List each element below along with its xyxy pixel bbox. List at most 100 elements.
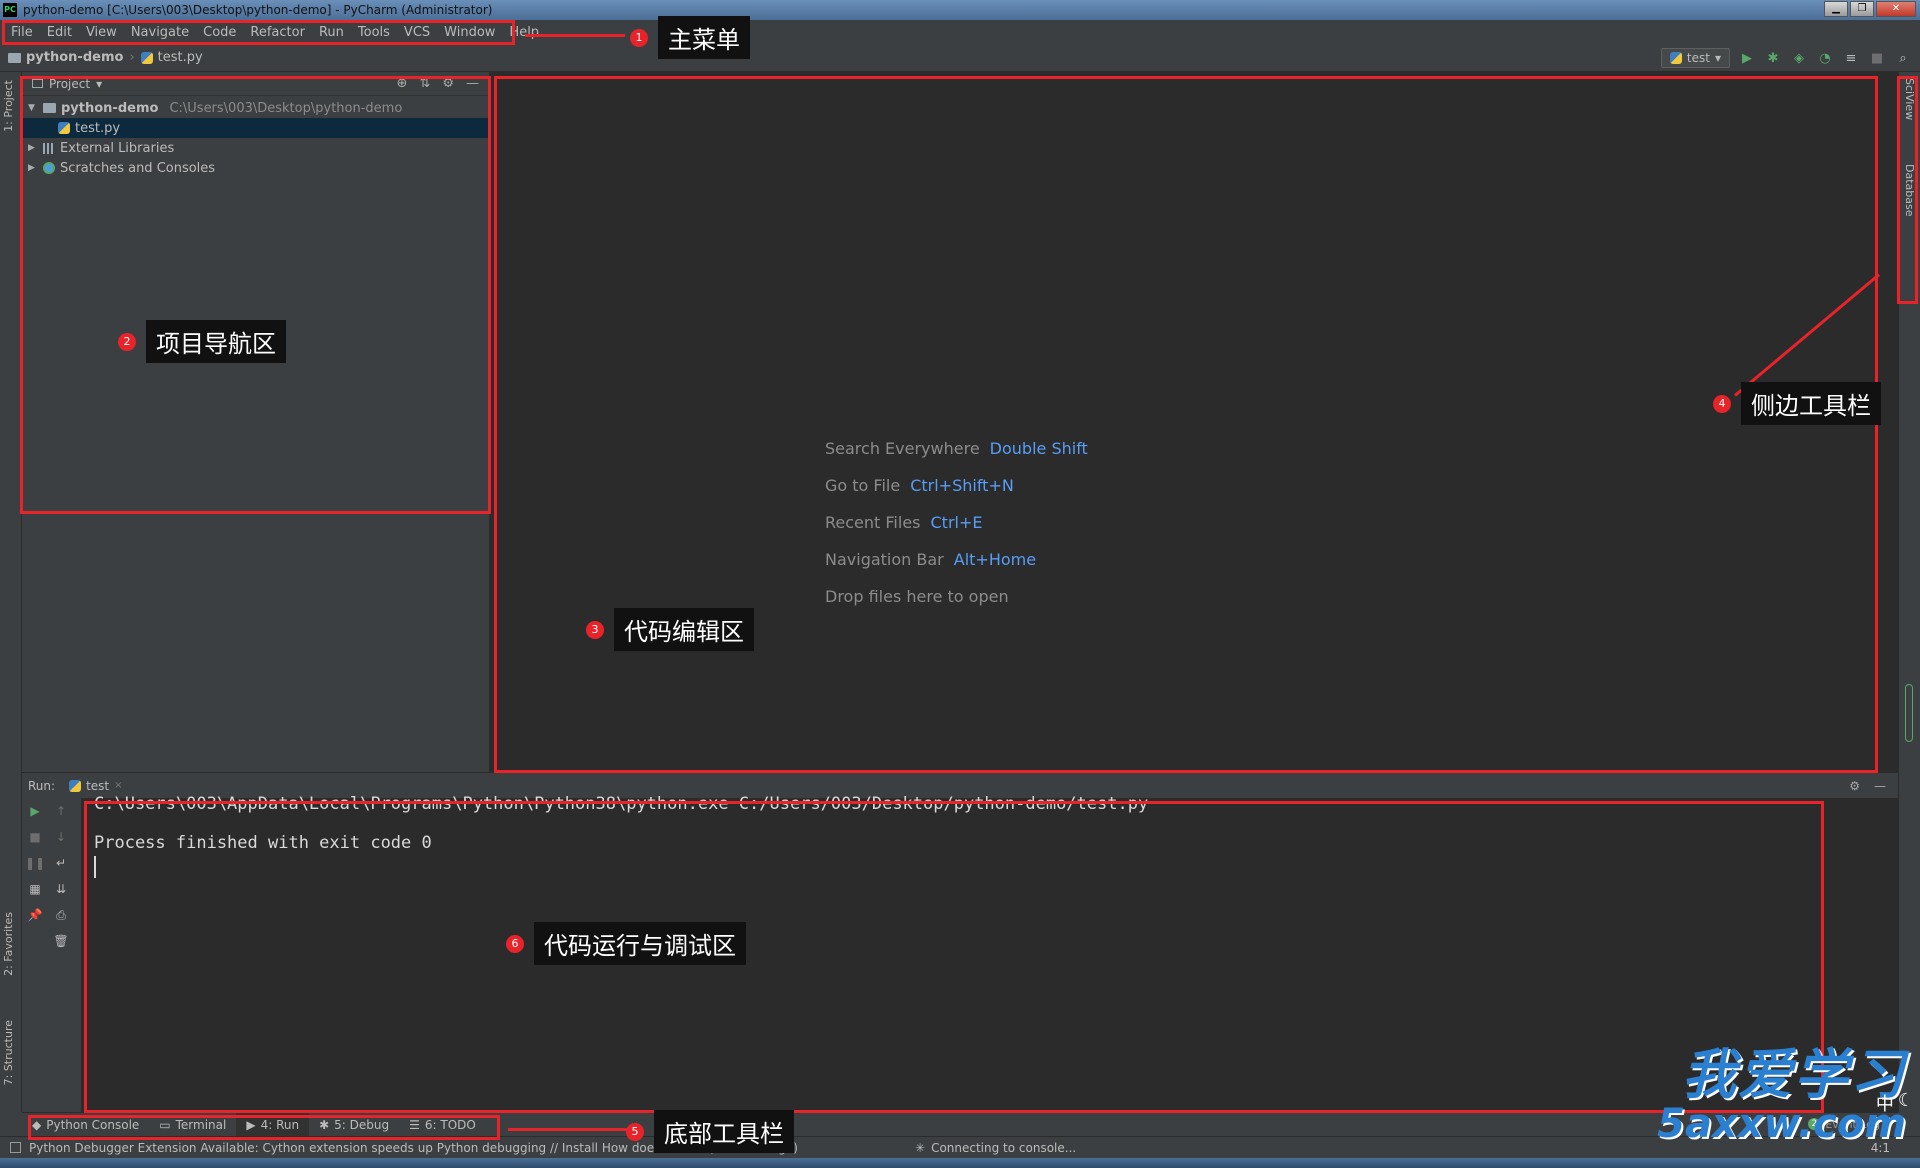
left-tool-strip: 1: Project 2: Favorites 7: Structure bbox=[0, 72, 22, 1112]
breadcrumb-file[interactable]: test.py bbox=[140, 50, 203, 65]
menu-run[interactable]: Run bbox=[312, 25, 351, 40]
menu-vcs[interactable]: VCS bbox=[397, 25, 437, 40]
rerun-icon[interactable]: ▶ bbox=[22, 798, 48, 824]
scratches-icon bbox=[43, 162, 55, 174]
soft-wrap-icon[interactable]: ↵ bbox=[48, 850, 74, 876]
run-tab-test[interactable]: test × bbox=[69, 779, 123, 793]
pause-icon[interactable]: ❚❚ bbox=[22, 850, 48, 876]
tab-sciview[interactable]: SciView bbox=[1903, 78, 1916, 120]
annotation-number: 5 bbox=[626, 1122, 644, 1141]
tree-item-scratches[interactable]: ▶ Scratches and Consoles bbox=[22, 158, 489, 178]
close-icon[interactable]: ✕ bbox=[1876, 1, 1916, 17]
collapse-icon[interactable]: ⇅ bbox=[419, 76, 430, 91]
annotation-number: 1 bbox=[630, 28, 648, 47]
hint-drop-files: Drop files here to open bbox=[825, 578, 1088, 615]
gear-icon[interactable]: ⚙ bbox=[1849, 779, 1860, 793]
annotation-number: 3 bbox=[586, 620, 604, 639]
annotation-side-toolbar: 4 侧边工具栏 bbox=[1713, 382, 1881, 425]
menu-tools[interactable]: Tools bbox=[351, 25, 397, 40]
down-arrow-icon[interactable]: ↓ bbox=[48, 824, 74, 850]
watermark-logo: 我爱学习 5axxw.com bbox=[1657, 1030, 1906, 1147]
tab-terminal[interactable]: ▭ Terminal bbox=[149, 1113, 236, 1137]
close-tab-icon[interactable]: × bbox=[114, 780, 122, 791]
trash-icon[interactable]: 🗑 bbox=[48, 928, 74, 954]
tree-item-project[interactable]: ▼ python-demo C:\Users\003\Desktop\pytho… bbox=[22, 98, 489, 118]
minimize-icon[interactable]: ▁ bbox=[1824, 1, 1848, 17]
terminal-icon: ▭ bbox=[159, 1117, 171, 1132]
menu-refactor[interactable]: Refactor bbox=[243, 25, 312, 40]
tab-favorites[interactable]: 2: Favorites bbox=[2, 912, 15, 976]
layout-icon[interactable]: ▦ bbox=[22, 876, 48, 902]
menu-help[interactable]: Help bbox=[502, 25, 546, 40]
menu-navigate[interactable]: Navigate bbox=[124, 25, 196, 40]
run-toolbar: test ▾ ▶ ✱ ◈ ◔ ≡ ■ ⌕ bbox=[1660, 44, 1920, 72]
hide-icon[interactable]: — bbox=[1874, 779, 1886, 793]
collapsed-arrow-icon[interactable]: ▶ bbox=[28, 143, 38, 153]
concurrency-icon[interactable]: ≡ bbox=[1842, 49, 1860, 67]
tab-debug[interactable]: ✱ 5: Debug bbox=[309, 1113, 399, 1137]
project-panel-header: Project ▾ ⊕ ⇅ ⚙ — bbox=[22, 72, 489, 96]
menu-file[interactable]: File bbox=[4, 25, 40, 40]
python-file-icon bbox=[140, 51, 153, 64]
stop-icon[interactable]: ■ bbox=[22, 824, 48, 850]
run-config-select[interactable]: test ▾ bbox=[1660, 48, 1730, 68]
tab-todo[interactable]: ☰ 6: TODO bbox=[399, 1113, 486, 1137]
run-console[interactable]: C:\Users\003\AppData\Local\Programs\Pyth… bbox=[82, 794, 1898, 1112]
tab-run[interactable]: ▶ 4: Run bbox=[236, 1112, 310, 1137]
scroll-to-end-icon[interactable]: ⇊ bbox=[48, 876, 74, 902]
hide-icon[interactable]: — bbox=[466, 76, 479, 91]
debug-icon[interactable]: ✱ bbox=[1764, 49, 1782, 67]
collapsed-arrow-icon[interactable]: ▶ bbox=[28, 163, 38, 173]
spinner-icon: ✳ bbox=[915, 1140, 926, 1155]
folder-icon bbox=[43, 103, 56, 113]
annotation-label: 底部工具栏 bbox=[654, 1110, 794, 1153]
tree-item-external-libraries[interactable]: ▶ External Libraries bbox=[22, 138, 489, 158]
profile-icon[interactable]: ◔ bbox=[1816, 49, 1834, 67]
tab-project[interactable]: 1: Project bbox=[2, 80, 15, 132]
menu-edit[interactable]: Edit bbox=[40, 25, 79, 40]
locate-icon[interactable]: ⊕ bbox=[397, 76, 408, 91]
up-arrow-icon[interactable]: ↑ bbox=[48, 798, 74, 824]
tab-structure[interactable]: 7: Structure bbox=[2, 1020, 15, 1085]
chevron-down-icon[interactable]: ▾ bbox=[96, 77, 102, 91]
menu-window[interactable]: Window bbox=[437, 25, 502, 40]
project-view-select[interactable]: Project bbox=[49, 77, 90, 91]
tree-item-file[interactable]: test.py bbox=[22, 118, 489, 138]
stop-icon[interactable]: ■ bbox=[1868, 49, 1886, 67]
breadcrumb-project-label: python-demo bbox=[26, 50, 124, 65]
library-icon bbox=[43, 142, 55, 154]
hint-shortcut: Ctrl+Shift+N bbox=[910, 476, 1014, 495]
breadcrumb-project[interactable]: python-demo bbox=[8, 50, 123, 65]
tree-item-path: C:\Users\003\Desktop\python-demo bbox=[169, 100, 403, 116]
run-icon[interactable]: ▶ bbox=[1738, 49, 1756, 67]
run-config-label: test bbox=[1686, 51, 1710, 65]
print-icon[interactable]: ⎙ bbox=[48, 902, 74, 928]
restore-icon[interactable]: ❐ bbox=[1850, 1, 1874, 17]
folder-icon bbox=[8, 52, 21, 63]
window-controls: ▁ ❐ ✕ bbox=[1824, 1, 1916, 17]
tab-database[interactable]: Database bbox=[1903, 164, 1916, 217]
coverage-icon[interactable]: ◈ bbox=[1790, 49, 1808, 67]
pycharm-logo-icon: PC bbox=[3, 3, 17, 17]
debug-icon: ✱ bbox=[319, 1117, 330, 1132]
editor-area[interactable]: Search Everywhere Double Shift Go to File… bbox=[490, 72, 1898, 772]
pin-icon[interactable]: 📌 bbox=[22, 902, 48, 928]
watermark-line2: 5axxw.com bbox=[1657, 1101, 1906, 1147]
breadcrumb-file-label: test.py bbox=[157, 50, 203, 65]
expanded-arrow-icon[interactable]: ▼ bbox=[28, 103, 38, 113]
tree-item-label: Scratches and Consoles bbox=[60, 160, 216, 176]
tab-python-console[interactable]: ◆ Python Console bbox=[22, 1113, 149, 1137]
gear-icon[interactable]: ⚙ bbox=[442, 76, 454, 91]
search-icon[interactable]: ⌕ bbox=[1894, 49, 1912, 67]
right-tool-strip: SciView Database bbox=[1898, 72, 1920, 1112]
status-toggle-icon[interactable] bbox=[10, 1142, 21, 1153]
status-connecting-label: Connecting to console... bbox=[931, 1140, 1077, 1155]
hint-shortcut: Alt+Home bbox=[953, 550, 1037, 569]
tab-label: Terminal bbox=[175, 1117, 227, 1132]
menu-view[interactable]: View bbox=[79, 25, 124, 40]
hint-text: Navigation Bar bbox=[825, 550, 944, 569]
ime-indicator[interactable]: 中 ☾ bbox=[1876, 1090, 1914, 1116]
menu-code[interactable]: Code bbox=[196, 25, 243, 40]
hint-shortcut: Double Shift bbox=[989, 439, 1088, 458]
